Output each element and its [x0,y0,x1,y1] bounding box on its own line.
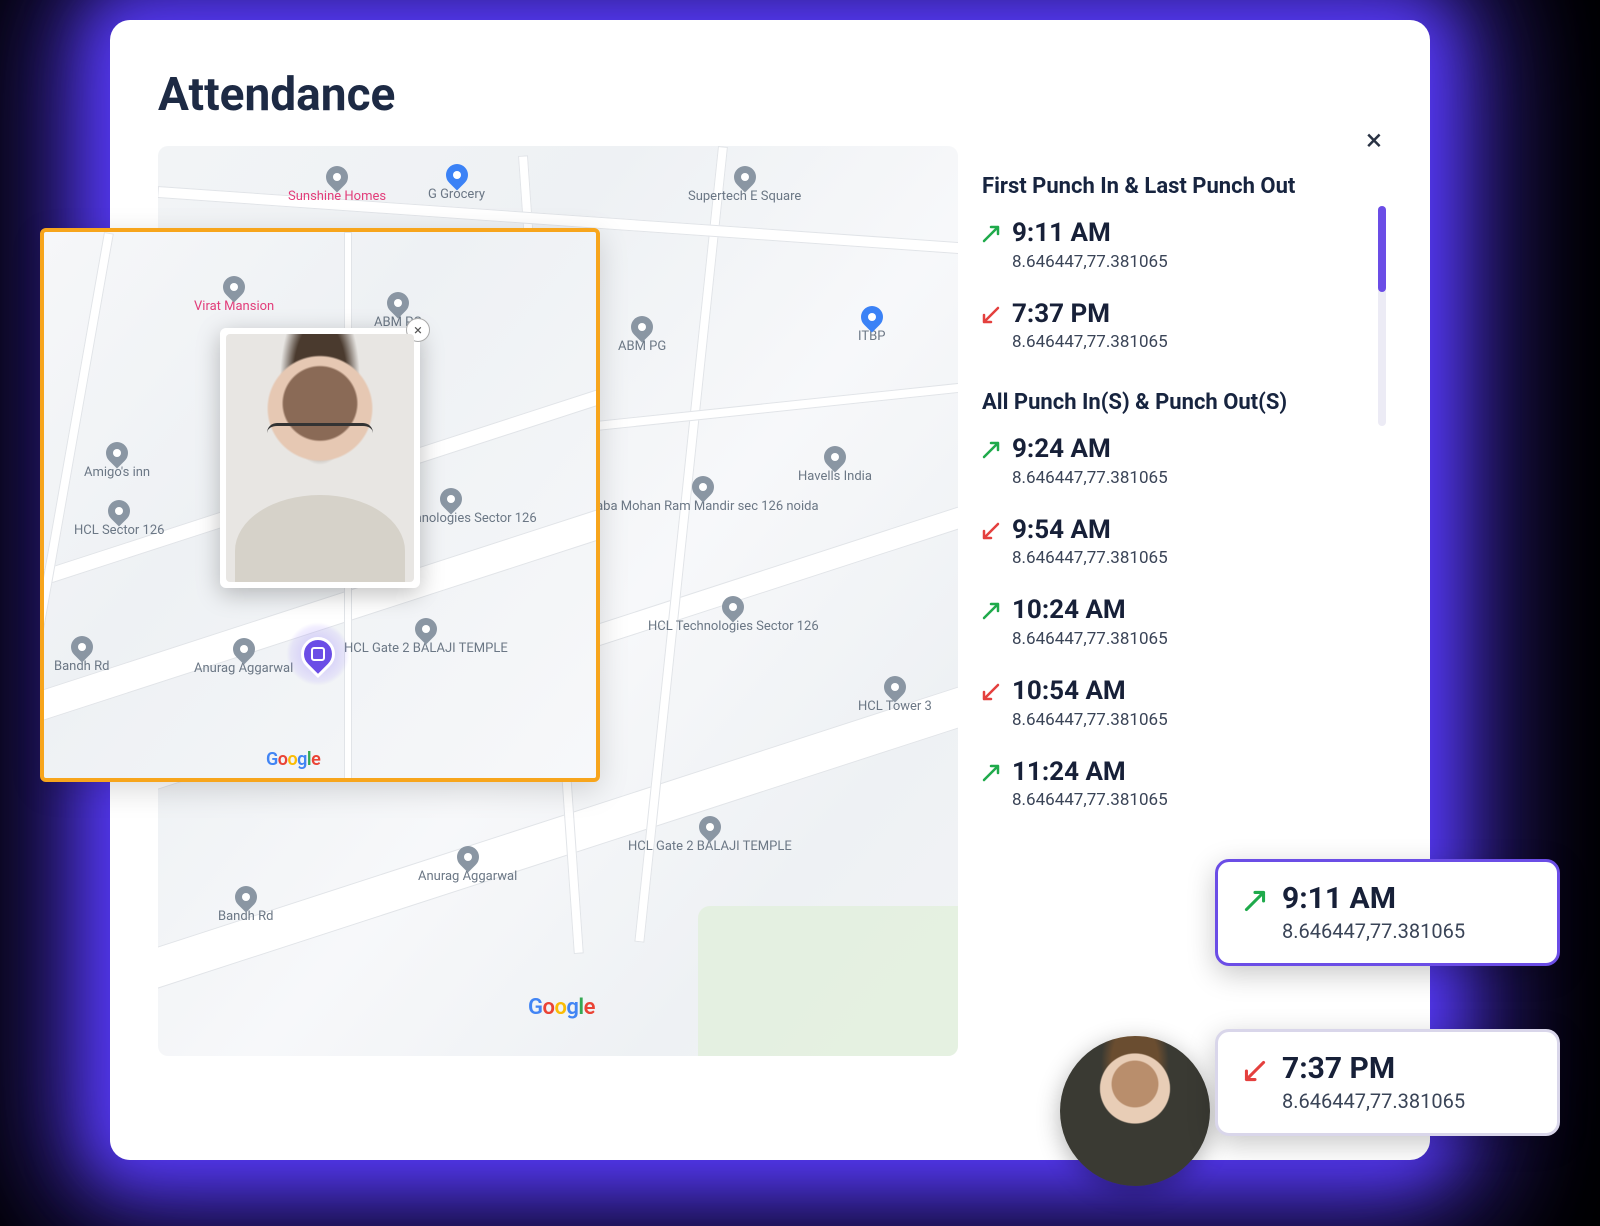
punch-item[interactable]: 10:24 AM 8.646447,77.381065 [982,596,1372,649]
punch-coords: 8.646447,77.381065 [1012,710,1168,730]
arrow-out-icon [982,522,1000,540]
map-pin-icon [436,483,467,514]
punch-time: 10:54 AM [1012,677,1168,706]
map-poi[interactable]: Baba Mohan Ram Mandir sec 126 noida [588,476,819,514]
punch-coords: 8.646447,77.381065 [1012,468,1168,488]
arrow-out-icon [982,683,1000,701]
punch-coords: 8.646447,77.381065 [1282,919,1465,943]
map-poi[interactable]: Anurag Aggarwal [194,638,293,676]
map-pin-icon [228,633,259,664]
float-punch-in-card[interactable]: 9:11 AM 8.646447,77.381065 [1215,859,1560,966]
punch-item[interactable]: 7:37 PM 8.646447,77.381065 [982,300,1372,353]
map-pin-icon [219,271,250,302]
punch-item[interactable]: 9:11 AM 8.646447,77.381065 [982,219,1372,272]
punch-time: 10:24 AM [1012,596,1168,625]
map-pin-icon [66,631,97,662]
all-punches-list: 9:24 AM 8.646447,77.381065 9:54 AM 8.646447… [982,435,1372,810]
punch-coords: 8.646447,77.381065 [1012,548,1168,568]
map-pin-icon [688,471,719,502]
map-pin-icon [856,301,887,332]
punch-time: 11:24 AM [1012,758,1168,787]
map-pin-icon [410,613,441,644]
punch-time: 9:11 AM [1012,219,1168,248]
map-poi[interactable]: Bandh Rd [54,636,109,674]
map-pin-icon [694,811,725,842]
map-pin-icon [102,437,133,468]
map-pin-icon [321,161,352,192]
map-pin-icon [879,671,910,702]
map-pin-icon [729,161,760,192]
arrow-out-icon [1244,1060,1266,1082]
section-heading-all: All Punch In(S) & Punch Out(S) [982,390,1372,415]
map-pin-icon [819,441,850,472]
arrow-in-icon [982,441,1000,459]
punch-time: 9:54 AM [1012,516,1168,545]
arrow-in-icon [982,602,1000,620]
user-avatar [226,334,414,582]
map-poi[interactable]: ABM PG [618,316,666,354]
punch-time: 9:11 AM [1282,882,1465,915]
punch-time: 7:37 PM [1282,1052,1465,1085]
punch-coords: 8.646447,77.381065 [1012,629,1168,649]
punch-item[interactable]: 9:54 AM 8.646447,77.381065 [982,516,1372,569]
punch-item[interactable]: 10:54 AM 8.646447,77.381065 [982,677,1372,730]
punch-coords: 8.646447,77.381065 [1282,1089,1465,1113]
map-poi[interactable]: HCL Sector 126 [74,500,164,538]
map-poi[interactable]: Amigo's inn [84,442,150,480]
map-poi[interactable]: G Grocery [428,164,485,202]
map-poi[interactable]: Bandh Rd [218,886,273,924]
scrollbar-track[interactable] [1378,206,1386,426]
map-poi[interactable]: Supertech E Square [688,166,801,204]
arrow-out-icon [982,306,1000,324]
map-poi[interactable]: HCL Gate 2 BALAJI TEMPLE [628,816,792,854]
punch-coords: 8.646447,77.381065 [1012,252,1168,272]
section-heading-first-last: First Punch In & Last Punch Out [982,174,1372,199]
map-poi[interactable]: Havells India [798,446,872,484]
map-pin-icon [627,311,658,342]
user-avatar[interactable] [1060,1036,1210,1186]
map-green [698,906,958,1056]
map-selection-card[interactable]: Virat MansionABM PGAmigo's innHCL Sector… [40,228,600,782]
map-pin-icon [452,841,483,872]
map-poi[interactable]: HCL Technologies Sector 126 [648,596,819,634]
map-poi[interactable]: HCL Tower 3 [858,676,932,714]
user-avatar-popup: × [220,328,420,588]
map-pin-icon [441,159,472,190]
map-pin-icon [383,287,414,318]
close-icon[interactable]: × [1366,126,1382,156]
map-poi[interactable]: Sunshine Homes [288,166,386,204]
punch-time: 7:37 PM [1012,300,1168,329]
map-pin-icon [230,881,261,912]
map-attribution: Google [528,995,595,1020]
scrollbar-thumb[interactable] [1378,206,1386,292]
arrow-in-icon [982,225,1000,243]
page-title: Attendance [110,20,1430,146]
map-attribution: Google [266,749,320,770]
punch-item[interactable]: 11:24 AM 8.646447,77.381065 [982,758,1372,811]
map-poi[interactable]: Virat Mansion [194,276,274,314]
arrow-in-icon [1244,890,1266,912]
user-location-pin[interactable] [286,622,350,686]
punch-item[interactable]: 9:24 AM 8.646447,77.381065 [982,435,1372,488]
map-poi[interactable]: HCL Gate 2 BALAJI TEMPLE [344,618,508,656]
arrow-in-icon [982,764,1000,782]
float-punch-out-card[interactable]: 7:37 PM 8.646447,77.381065 [1215,1029,1560,1136]
punch-coords: 8.646447,77.381065 [1012,790,1168,810]
first-last-list: 9:11 AM 8.646447,77.381065 7:37 PM 8.646447… [982,219,1372,352]
map-pin-icon [104,495,135,526]
map-poi[interactable]: Anurag Aggarwal [418,846,517,884]
punch-coords: 8.646447,77.381065 [1012,332,1168,352]
map-pin-icon [718,591,749,622]
punch-time: 9:24 AM [1012,435,1168,464]
map-poi[interactable]: ITBP [858,306,885,344]
